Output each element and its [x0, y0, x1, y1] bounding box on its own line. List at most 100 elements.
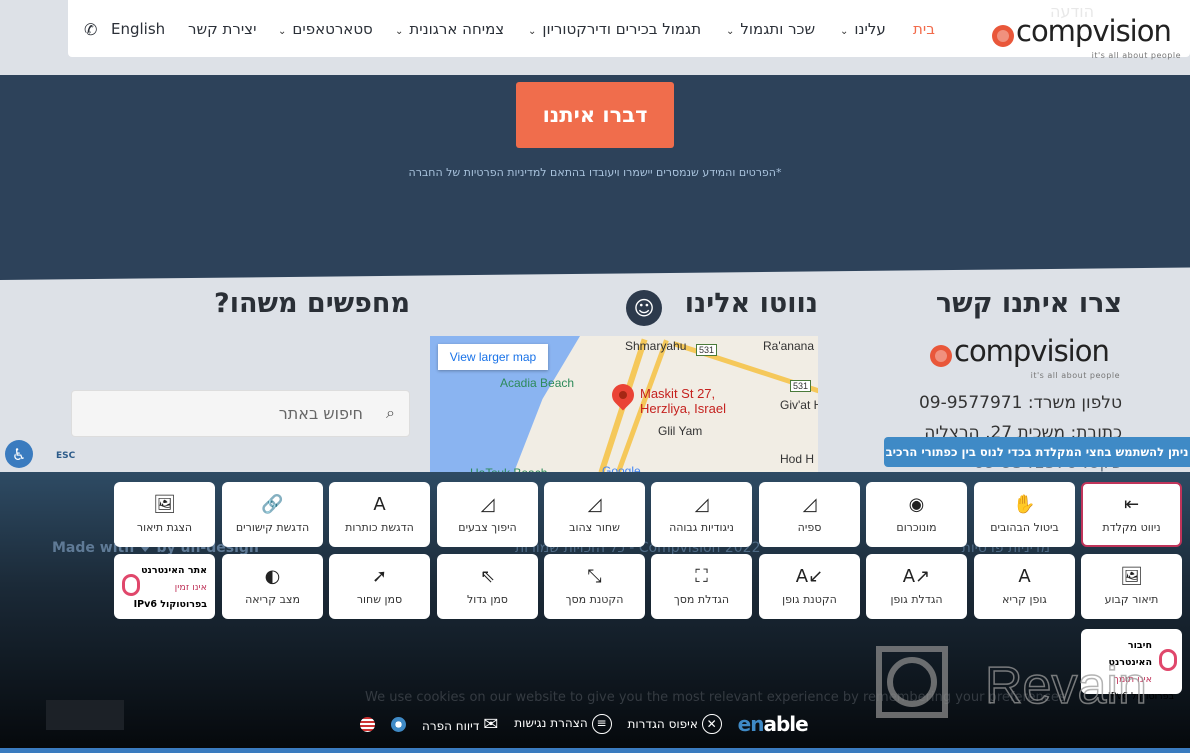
chevron-down-icon: ⌄: [278, 26, 287, 37]
tool-zoom-in-screen[interactable]: ⛶ הגדלת מסך: [651, 554, 752, 619]
tool-invert-colors[interactable]: ◿ היפוך צבעים: [437, 482, 538, 547]
tool-label: ביטול הבהובים: [990, 521, 1059, 534]
nav-about[interactable]: עלינו ⌄: [840, 20, 886, 38]
nav-english[interactable]: English: [111, 20, 165, 38]
nav-startups[interactable]: סטארטאפים ⌄: [278, 20, 373, 38]
map-label: Glil Yam: [658, 424, 703, 438]
tool-label: ניווט מקלדת: [1102, 521, 1161, 534]
nav-about-label: עלינו: [854, 20, 886, 38]
reset-settings-label: איפוס הגדרות: [627, 717, 698, 731]
logo-globe-icon: [930, 345, 952, 367]
report-violation-button[interactable]: ✉ דיווח הפרה: [422, 714, 498, 735]
map-pin-icon[interactable]: [607, 379, 639, 411]
report-violation-label: דיווח הפרה: [422, 718, 480, 733]
road-badge: 531: [790, 380, 812, 392]
map-label: Hod H: [780, 452, 815, 466]
talk-to-us-button[interactable]: דברו איתנו: [516, 82, 674, 148]
contact-phone[interactable]: טלפון משרד: 09-9577971: [919, 393, 1122, 413]
search-icon[interactable]: ⌕: [386, 403, 395, 423]
tool-decrease-font[interactable]: A↙ הקטנת גופן: [759, 554, 860, 619]
increase-font-icon: A↗: [902, 566, 931, 587]
nav-exec-comp[interactable]: תגמול בכירים ודירקטוריון ⌄: [528, 20, 701, 38]
accessibility-bottom-bar: enable ✕ איפוס הגדרות ≡ הצהרת נגישות ✉ ד…: [360, 712, 809, 736]
phone-icon[interactable]: ✆: [84, 20, 97, 39]
reset-settings-button[interactable]: ✕ איפוס הגדרות: [628, 714, 722, 734]
enable-logo[interactable]: enable: [738, 712, 809, 736]
tool-increase-font[interactable]: A↗ הגדלת גופן: [866, 554, 967, 619]
black-yellow-icon: ◿: [587, 494, 602, 515]
tool-image-description[interactable]: 🖼 הצגת תיאור: [114, 482, 215, 547]
keyboard-tooltip: ניתן להשתמש בחצי המקלדת בכדי לנוס בין כפ…: [884, 437, 1190, 467]
view-larger-map-link[interactable]: View larger map: [438, 344, 548, 370]
google-map[interactable]: View larger map Shmaryahu Ra'anana Acadi…: [430, 336, 818, 476]
readable-font-icon: A: [1018, 566, 1031, 587]
ipv6-badge-small[interactable]: אתר האינטרנט אינו זמין בפרוטוקול IPv6: [114, 554, 215, 619]
tool-label: הקטנת גופן: [782, 593, 837, 606]
tool-sepia[interactable]: ◿ ספיה: [759, 482, 860, 547]
esc-label[interactable]: ESC: [56, 451, 75, 461]
highlight-links-icon: 🔗: [261, 494, 284, 515]
high-contrast-icon: ◿: [694, 494, 709, 515]
waze-title: נווטו אלינו: [684, 288, 818, 319]
bottom-strip: [0, 748, 1190, 753]
usa-flag-icon[interactable]: [360, 716, 375, 732]
big-cursor-icon: ⇖: [479, 566, 496, 587]
contact-logo: compvision it's all about people: [928, 334, 1124, 380]
nav-org-growth[interactable]: צמיחה ארגונית ⌄: [395, 20, 504, 38]
tool-zoom-out-screen[interactable]: ⤡ הקטנת מסך: [544, 554, 645, 619]
envelope-icon: ✉: [483, 713, 499, 735]
ipv6-line3: בפרוטוקול IPv6: [133, 599, 207, 610]
tool-highlight-headings[interactable]: A הדגשת כותרות: [329, 482, 430, 547]
fixed-description-icon: 🖼: [1120, 566, 1143, 587]
logo-globe-icon: [992, 25, 1014, 47]
sepia-icon: ◿: [802, 494, 817, 515]
lock-icon: [122, 574, 140, 596]
accessibility-icon[interactable]: ♿: [5, 440, 33, 468]
nav-salary[interactable]: שכר ותגמול ⌄: [726, 20, 815, 38]
chat-icon: ≡: [591, 714, 612, 734]
search-placeholder: חיפוש באתר: [278, 404, 363, 423]
map-label: Acadia Beach: [500, 376, 575, 390]
tool-black-cursor[interactable]: ➚ סמן שחור: [329, 554, 430, 619]
keyboard-nav-icon: ⇤: [1123, 494, 1140, 515]
page: ✆ English יצירת קשר סטארטאפים ⌄ צמיחה ארג…: [0, 0, 1190, 753]
tool-keyboard-nav[interactable]: ⇤ ניווט מקלדת: [1081, 482, 1182, 547]
accessibility-statement-button[interactable]: ≡ הצהרת נגישות: [514, 714, 612, 734]
tool-high-contrast[interactable]: ◿ ניגודיות גבוהה: [651, 482, 752, 547]
nav-salary-label: שכר ותגמול: [740, 20, 816, 38]
monochrome-icon: ◉: [908, 494, 925, 515]
tool-label: הדגשת כותרות: [345, 521, 414, 534]
tool-label: הגדלת מסך: [673, 593, 730, 606]
road-badge: 531: [696, 344, 718, 356]
hand-stop-icon: ✋: [1013, 494, 1036, 515]
tool-readable-font[interactable]: A גופן קריא: [974, 554, 1075, 619]
map-pin-label: Maskit St 27,: [640, 386, 716, 401]
contact-title: צרו איתנו קשר: [935, 288, 1122, 319]
tool-label: הקטנת מסך: [565, 593, 624, 606]
site-logo[interactable]: compvision it's all about people: [990, 14, 1185, 60]
accessibility-statement-label: הצהרת נגישות: [514, 716, 588, 730]
tool-fixed-description[interactable]: 🖼 תיאור קבוע: [1081, 554, 1182, 619]
tool-label: סמן שחור: [356, 593, 403, 606]
revain-watermark: Revain: [875, 645, 1165, 723]
cookie-accept-button[interactable]: [46, 700, 124, 730]
tool-big-cursor[interactable]: ⇖ סמן גדול: [437, 554, 538, 619]
logo-tagline: it's all about people: [1091, 51, 1181, 60]
nav-home[interactable]: בית: [913, 20, 935, 38]
site-search-input[interactable]: חיפוש באתר ⌕: [71, 390, 410, 437]
tool-label: הצגת תיאור: [136, 521, 193, 534]
tool-label: היפוך צבעים: [458, 521, 517, 534]
israel-flag-icon[interactable]: [391, 716, 406, 732]
chevron-down-icon: ⌄: [395, 26, 404, 37]
waze-icon[interactable]: ☺: [626, 290, 662, 326]
zoom-out-screen-icon: ⤡: [587, 566, 602, 587]
tool-monochrome[interactable]: ◉ מונוכרום: [866, 482, 967, 547]
tool-reading-mode[interactable]: ◐ מצב קריאה: [222, 554, 323, 619]
tool-hand-stop[interactable]: ✋ ביטול הבהובים: [974, 482, 1075, 547]
tool-highlight-links[interactable]: 🔗 הדגשת קישורים: [222, 482, 323, 547]
decrease-font-icon: A↙: [795, 566, 824, 587]
tool-black-yellow[interactable]: ◿ שחור צהוב: [544, 482, 645, 547]
tool-label: ניגודיות גבוהה: [669, 521, 734, 534]
nav-contact[interactable]: יצירת קשר: [188, 20, 256, 38]
map-label: Shmaryahu: [625, 339, 687, 353]
